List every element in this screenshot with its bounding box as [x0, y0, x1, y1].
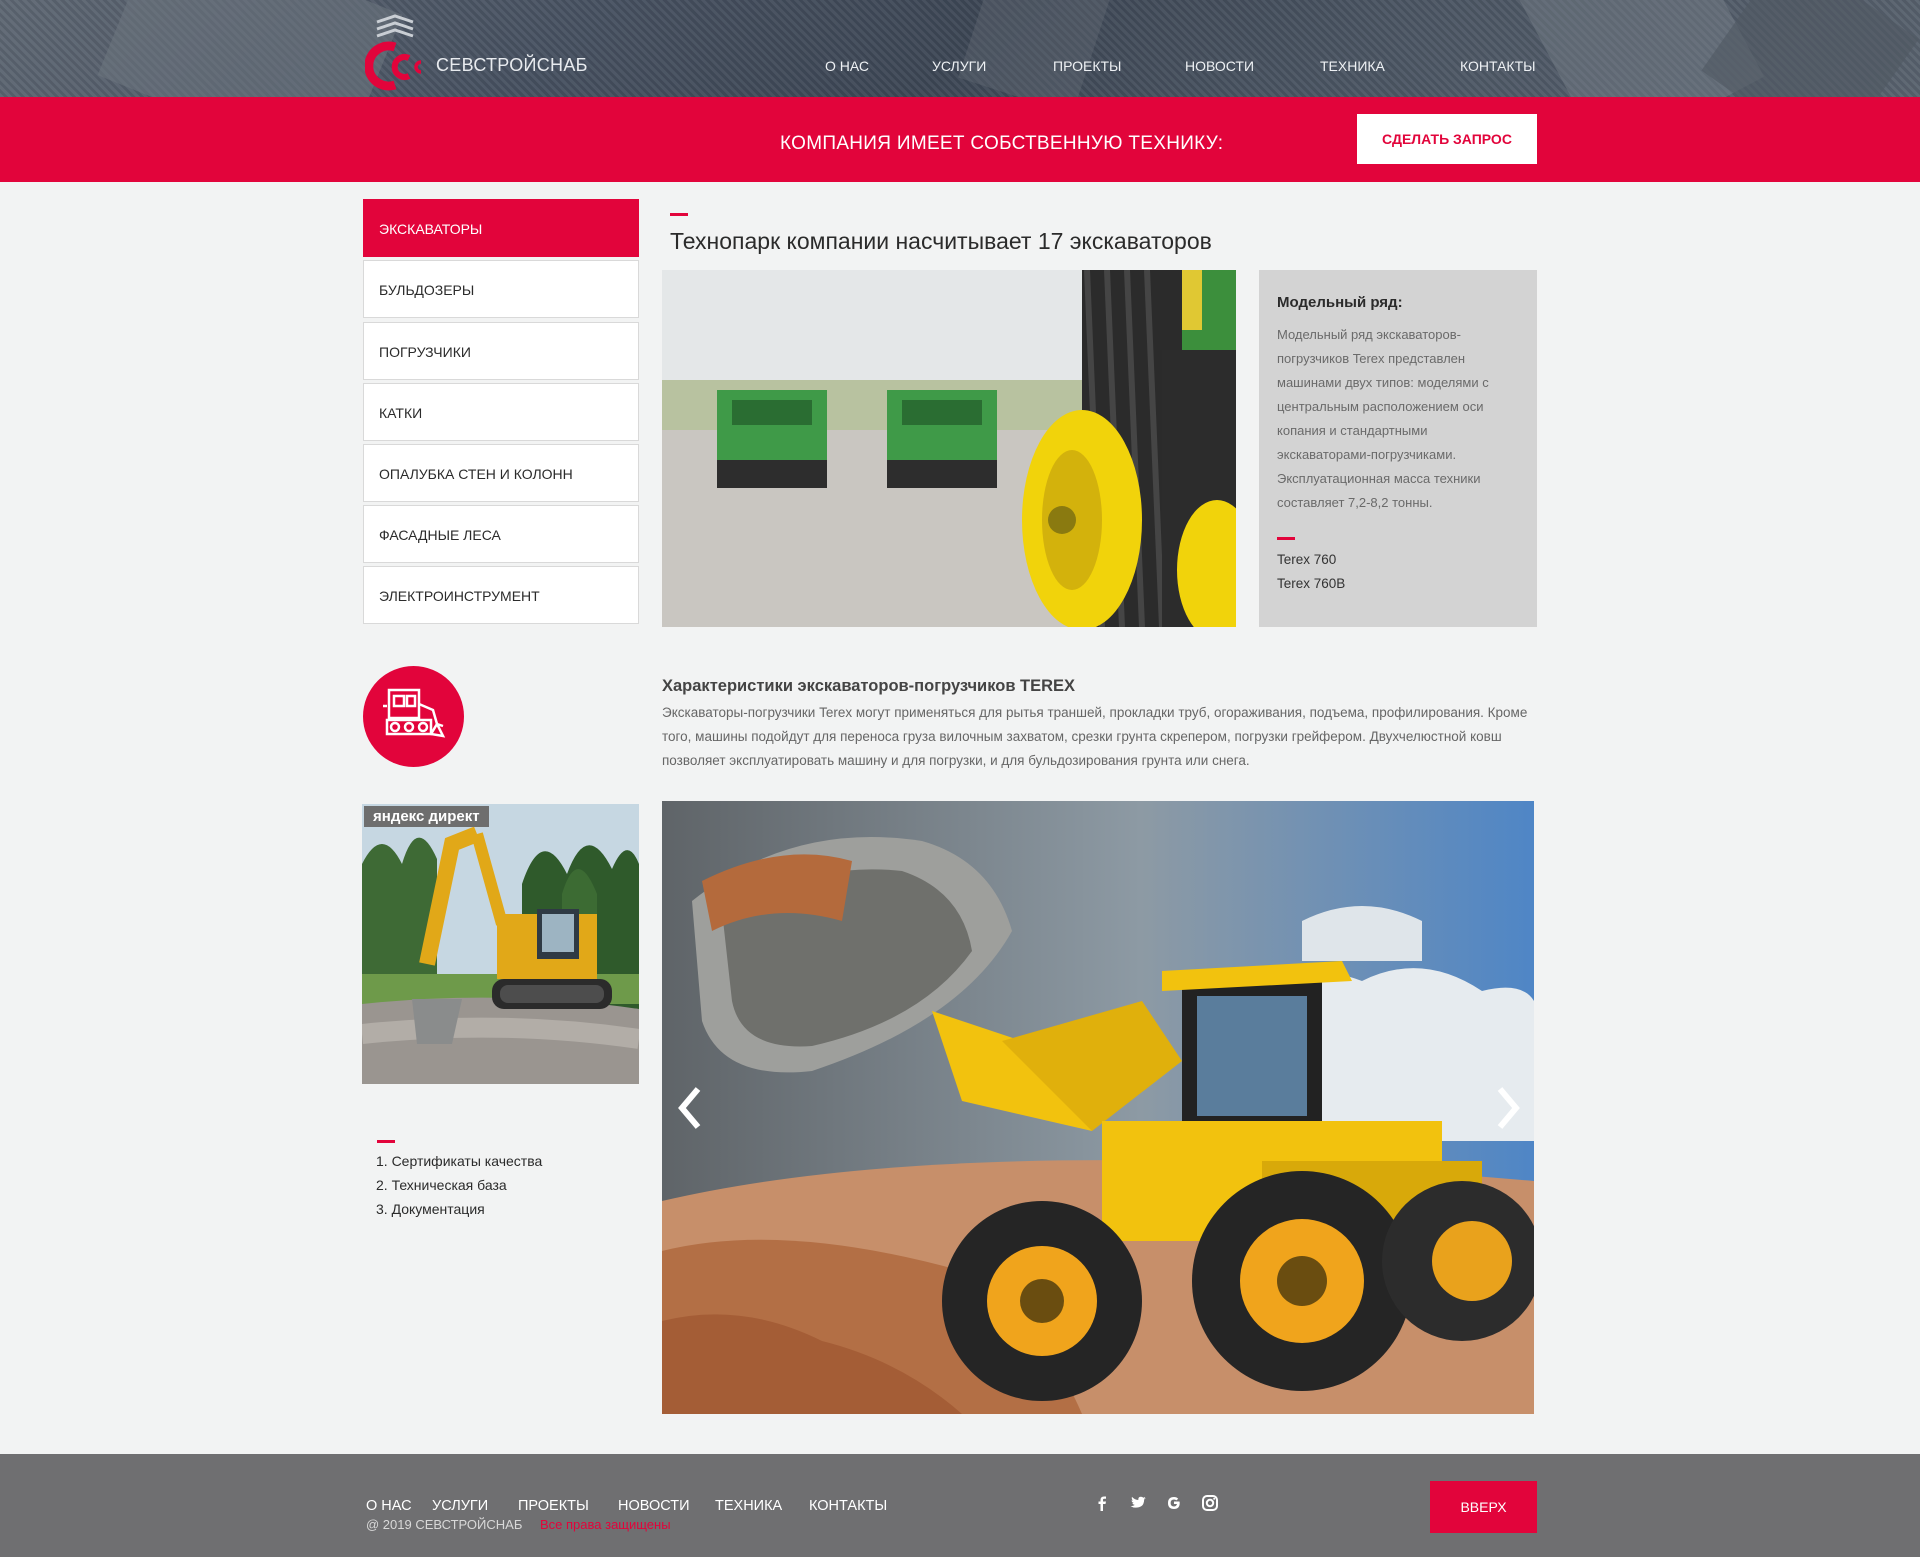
twitter-icon[interactable]	[1129, 1494, 1147, 1512]
ad-banner[interactable]: яндекс директ	[362, 804, 639, 1084]
nav-equipment[interactable]: ТЕХНИКА	[1320, 58, 1385, 74]
google-icon[interactable]	[1165, 1494, 1183, 1512]
brand-name[interactable]: СЕВСТРОЙСНАБ	[436, 55, 588, 76]
facebook-icon[interactable]	[1093, 1494, 1111, 1512]
footer-nav-contacts[interactable]: КОНТАКТЫ	[809, 1498, 887, 1514]
ad-label: яндекс директ	[364, 806, 489, 827]
excavator-badge	[363, 666, 464, 767]
excavator-ad-image	[362, 804, 639, 1084]
link-documentation[interactable]: 3. Документация	[376, 1201, 485, 1217]
model-range-text: Модельный ряд экскаваторов-погрузчиков T…	[1277, 327, 1489, 510]
model-terex-760: Terex 760	[1277, 552, 1337, 567]
sidebar-item-formwork[interactable]: ОПАЛУБКА СТЕН И КОЛОНН	[363, 444, 639, 502]
rights-reserved: Все права защищены	[540, 1517, 671, 1532]
nav-contacts[interactable]: КОНТАКТЫ	[1460, 58, 1536, 74]
title-accent	[670, 213, 688, 216]
characteristics-text: Экскаваторы-погрузчики Terex могут приме…	[662, 705, 1528, 768]
site-header: СЕВСТРОЙСНАБ О НАС УСЛУГИ ПРОЕКТЫ НОВОСТ…	[0, 0, 1920, 97]
request-button[interactable]: СДЕЛАТЬ ЗАПРОС	[1357, 114, 1537, 164]
divider	[377, 1140, 395, 1143]
site-footer: О НАС УСЛУГИ ПРОЕКТЫ НОВОСТИ ТЕХНИКА КОН…	[0, 1454, 1920, 1557]
banner-title: КОМПАНИЯ ИМЕЕТ СОБСТВЕННУЮ ТЕХНИКУ:	[780, 133, 1224, 154]
footer-nav-equipment[interactable]: ТЕХНИКА	[715, 1498, 782, 1514]
characteristics-title: Характеристики экскаваторов-погрузчиков …	[662, 677, 1076, 695]
sidebar-item-bulldozers[interactable]: БУЛЬДОЗЕРЫ	[363, 260, 639, 318]
excavator-icon	[383, 688, 446, 738]
model-range-panel: Модельный ряд: Модельный ряд экскаваторо…	[1259, 270, 1537, 627]
sidebar-item-loaders[interactable]: ПОГРУЗЧИКИ	[363, 322, 639, 380]
back-to-top-button[interactable]: ВВЕРХ	[1430, 1481, 1537, 1533]
slider-prev-icon[interactable]	[674, 1083, 704, 1133]
footer-nav-news[interactable]: НОВОСТИ	[618, 1498, 690, 1514]
nav-services[interactable]: УСЛУГИ	[932, 58, 986, 74]
logo-icon[interactable]	[365, 14, 425, 92]
copyright: @ 2019 СЕВСТРОЙСНАБ	[366, 1517, 523, 1532]
fleet-photo	[662, 270, 1236, 627]
sidebar-item-rollers[interactable]: КАТКИ	[363, 383, 639, 441]
equipment-banner: КОМПАНИЯ ИМЕЕТ СОБСТВЕННУЮ ТЕХНИКУ: СДЕЛ…	[0, 97, 1920, 182]
footer-nav-services[interactable]: УСЛУГИ	[432, 1498, 488, 1514]
tractor-fleet-image	[662, 270, 1236, 627]
page-title: Технопарк компании насчитывает 17 экскав…	[670, 228, 1212, 254]
slider-next-icon[interactable]	[1494, 1083, 1524, 1133]
sidebar-item-power-tools[interactable]: ЭЛЕКТРОИНСТРУМЕНТ	[363, 566, 639, 624]
model-terex-760b: Terex 760B	[1277, 576, 1346, 591]
divider	[1277, 537, 1295, 540]
sidebar-item-excavators[interactable]: ЭКСКАВАТОРЫ	[363, 199, 639, 257]
footer-nav-projects[interactable]: ПРОЕКТЫ	[518, 1498, 589, 1514]
link-technical-base[interactable]: 2. Техническая база	[376, 1177, 507, 1193]
photo-slider[interactable]	[662, 801, 1534, 1414]
link-certificates[interactable]: 1. Сертификаты качества	[376, 1153, 542, 1169]
wheel-loader-image	[662, 801, 1534, 1414]
sidebar-item-scaffolding[interactable]: ФАСАДНЫЕ ЛЕСА	[363, 505, 639, 563]
model-range-heading: Модельный ряд:	[1277, 294, 1403, 311]
instagram-icon[interactable]	[1201, 1494, 1219, 1512]
footer-nav-about[interactable]: О НАС	[366, 1498, 412, 1514]
nav-about[interactable]: О НАС	[825, 58, 869, 74]
nav-news[interactable]: НОВОСТИ	[1185, 58, 1254, 74]
nav-projects[interactable]: ПРОЕКТЫ	[1053, 58, 1121, 74]
